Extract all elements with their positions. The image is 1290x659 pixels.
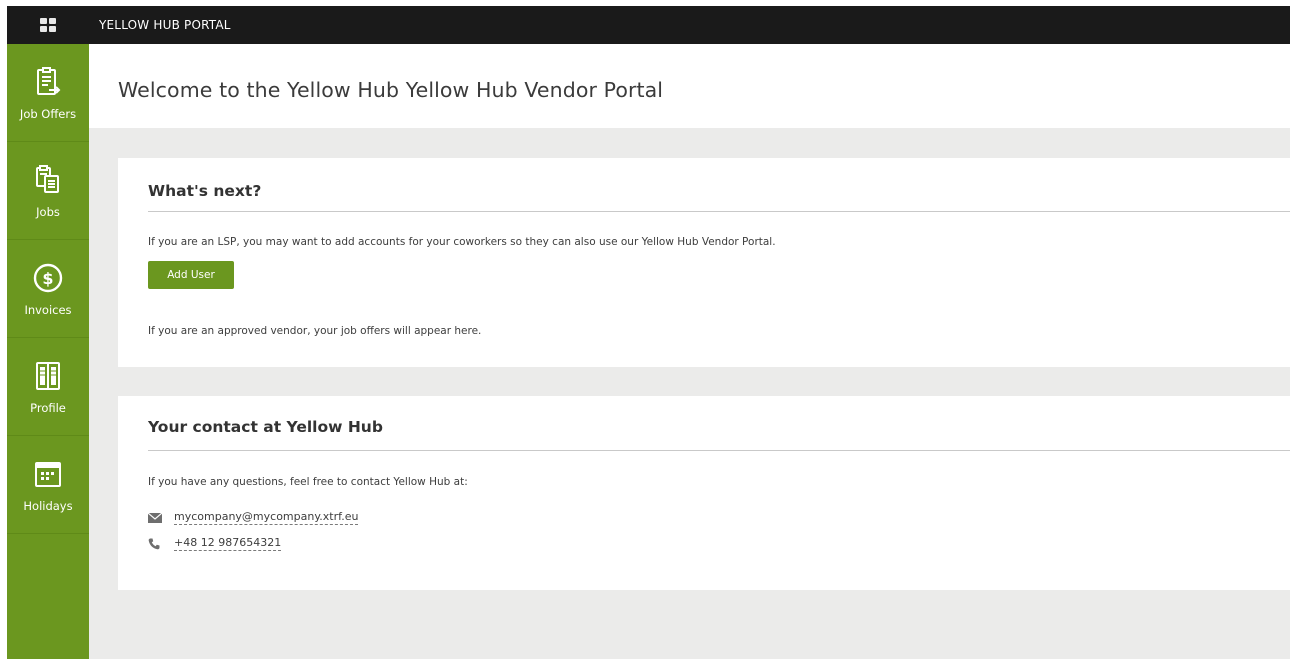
divider [148,211,1290,212]
divider [148,450,1290,451]
calendar-icon [31,457,65,491]
app-title: YELLOW HUB PORTAL [99,18,231,32]
page-header: Welcome to the Yellow Hub Yellow Hub Ven… [89,44,1290,128]
envelope-icon [148,512,162,524]
app-frame: YELLOW HUB PORTAL Job Offers Jobs $ Invo… [7,6,1290,659]
sidebar-item-jobs[interactable]: Jobs [7,142,89,240]
contact-email-row: mycompany@mycompany.xtrf.eu [148,510,359,525]
grid-menu-icon[interactable] [7,6,89,44]
sidebar-item-label: Holidays [23,498,73,513]
top-bar: YELLOW HUB PORTAL [7,6,1290,44]
svg-text:$: $ [42,269,53,288]
contact-title: Your contact at Yellow Hub [148,418,383,436]
contact-phone-link[interactable]: +48 12 987654321 [174,536,282,551]
sidebar-item-profile[interactable]: Profile [7,338,89,436]
page-title: Welcome to the Yellow Hub Yellow Hub Ven… [118,78,664,102]
sidebar-item-label: Invoices [24,302,72,317]
job-offers-icon [31,65,65,99]
contact-card: Your contact at Yellow Hub If you have a… [118,396,1290,590]
sidebar-item-label: Jobs [36,204,60,219]
jobs-icon [31,163,65,197]
profile-icon [31,359,65,393]
whats-next-title: What's next? [148,182,262,200]
main-content: Welcome to the Yellow Hub Yellow Hub Ven… [89,44,1290,659]
phone-icon [148,538,162,550]
contact-email-link[interactable]: mycompany@mycompany.xtrf.eu [174,510,359,525]
whats-next-card: What's next? If you are an LSP, you may … [118,158,1290,367]
sidebar-item-label: Profile [30,400,66,415]
sidebar-item-holidays[interactable]: Holidays [7,436,89,534]
sidebar-item-job-offers[interactable]: Job Offers [7,44,89,142]
sidebar: Job Offers Jobs $ Invoices Profile Holid… [7,44,89,659]
sidebar-item-invoices[interactable]: $ Invoices [7,240,89,338]
contact-intro-text: If you have any questions, feel free to … [148,476,468,488]
lsp-info-text: If you are an LSP, you may want to add a… [148,236,776,248]
add-user-button[interactable]: Add User [148,261,234,289]
sidebar-item-label: Job Offers [19,106,77,121]
dollar-icon: $ [31,261,65,295]
contact-phone-row: +48 12 987654321 [148,536,282,551]
vendor-info-text: If you are an approved vendor, your job … [148,325,482,337]
